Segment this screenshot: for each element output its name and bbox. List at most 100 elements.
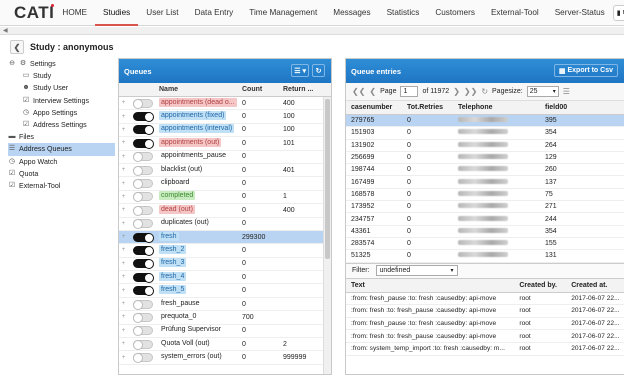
nav-item[interactable]: Messages — [325, 0, 378, 26]
queue-toggle[interactable] — [133, 138, 154, 149]
first-page-icon[interactable]: ❮❮ — [352, 87, 365, 96]
queue-row[interactable]: + fresh 299300 — [119, 230, 331, 245]
expand-icon[interactable]: + — [119, 221, 128, 227]
queue-toggle[interactable] — [133, 112, 154, 123]
entry-row[interactable]: 283574 0 155 — [346, 238, 624, 251]
expand-icon[interactable]: + — [119, 127, 128, 133]
nav-item[interactable]: Server-Status — [547, 0, 613, 26]
nav-item[interactable]: Data Entry — [187, 0, 242, 26]
expand-icon[interactable]: + — [119, 328, 128, 334]
queue-toggle[interactable] — [133, 286, 154, 297]
entry-row[interactable]: 279765 0 395 — [346, 115, 624, 128]
nav-item[interactable]: Statistics — [379, 0, 428, 26]
entry-row[interactable]: 173952 0 271 — [346, 201, 624, 214]
queue-row[interactable]: + completed 0 1 — [119, 191, 331, 205]
refresh-icon[interactable]: ↻ — [481, 87, 488, 96]
queue-toggle[interactable] — [133, 192, 153, 203]
col-text[interactable]: Text — [346, 282, 515, 289]
col-return[interactable]: Return ... — [280, 86, 322, 93]
queue-row[interactable]: + fresh_2 0 — [119, 244, 331, 258]
refresh-button[interactable]: ↻ — [312, 64, 325, 77]
log-row[interactable]: :from: fresh_pause :to: fresh :causedby:… — [346, 293, 624, 306]
sidebar-item[interactable]: ◷ Appo Watch — [8, 156, 115, 168]
queue-row[interactable]: + Prüfung Supervisor 0 — [119, 325, 331, 339]
menu-icon[interactable]: ☰ — [563, 87, 570, 96]
queue-toggle[interactable] — [133, 353, 153, 364]
queues-scrollbar[interactable] — [323, 97, 331, 374]
col-telephone[interactable]: Telephone — [453, 104, 540, 111]
queue-toggle[interactable] — [133, 165, 153, 176]
queue-row[interactable]: + appointments (interval) 0 100 — [119, 124, 331, 138]
entry-row[interactable]: 256699 0 129 — [346, 152, 624, 165]
log-row[interactable]: :from: system_temp_import :to: fresh :ca… — [346, 343, 624, 356]
nav-item[interactable]: HOME — [54, 0, 95, 26]
nav-item[interactable]: Customers — [427, 0, 483, 26]
sidebar-item[interactable]: ☑ Address Settings — [8, 119, 115, 131]
queue-row[interactable]: + appointments (out) 0 101 — [119, 137, 331, 151]
queue-toggle[interactable] — [133, 125, 154, 136]
queue-toggle[interactable] — [133, 205, 153, 216]
log-row[interactable]: :from: fresh_pause :to: fresh :causedby:… — [346, 318, 624, 331]
expand-icon[interactable]: + — [119, 355, 128, 361]
expand-icon[interactable]: + — [119, 114, 128, 120]
collapse-icon[interactable]: ⊖ — [8, 58, 16, 70]
queue-toggle[interactable] — [133, 232, 154, 243]
expand-icon[interactable]: + — [119, 301, 128, 307]
user-menu[interactable]: ▮ro — [612, 4, 624, 21]
last-page-icon[interactable]: ❯❯ — [464, 87, 477, 96]
queue-toggle[interactable] — [133, 259, 154, 270]
scroll-left-icon[interactable]: ◀ — [3, 27, 8, 34]
entry-row[interactable]: 198744 0 260 — [346, 164, 624, 177]
back-button[interactable]: ❮ — [10, 40, 24, 54]
expand-icon[interactable]: + — [119, 274, 128, 280]
pagesize-select[interactable]: 25 — [526, 86, 559, 97]
col-field00[interactable]: field00 — [540, 104, 610, 111]
expand-icon[interactable]: + — [119, 341, 128, 347]
filter-select[interactable]: undefined — [375, 265, 458, 277]
expand-icon[interactable]: + — [119, 167, 128, 173]
export-csv-button[interactable]: ▦ Export to Csv — [553, 64, 618, 77]
nav-item[interactable]: Time Management — [241, 0, 325, 26]
logo[interactable]: CATI — [14, 3, 54, 23]
entry-row[interactable]: 151903 0 354 — [346, 127, 624, 140]
queue-row[interactable]: + prequota_0 700 — [119, 311, 331, 325]
expand-icon[interactable]: + — [119, 154, 128, 160]
entry-row[interactable]: 168578 0 75 — [346, 189, 624, 202]
expand-icon[interactable]: + — [119, 140, 128, 146]
queue-row[interactable]: + appointments (dead o... 0 400 — [119, 97, 331, 111]
entry-row[interactable]: 131902 0 264 — [346, 140, 624, 152]
page-input[interactable]: 1 — [400, 86, 419, 97]
queue-toggle[interactable] — [133, 98, 153, 109]
queue-toggle[interactable] — [133, 219, 153, 230]
queue-row[interactable]: + appointments (fixed) 0 100 — [119, 110, 331, 124]
queue-toggle[interactable] — [133, 326, 153, 337]
entry-row[interactable]: 167499 0 137 — [346, 176, 624, 189]
queue-row[interactable]: + clipboard 0 — [119, 177, 331, 191]
sidebar-item[interactable]: ◷ Appo Settings — [8, 107, 115, 119]
columns-menu-button[interactable]: ☰ ▾ — [291, 64, 309, 77]
queue-toggle[interactable] — [133, 272, 154, 283]
col-created-by[interactable]: Created by. — [515, 282, 567, 289]
sidebar-item[interactable]: ☑ Interview Settings — [8, 95, 115, 107]
queue-toggle[interactable] — [133, 312, 153, 323]
sidebar-item[interactable]: ☻ Study User — [8, 82, 115, 94]
expand-icon[interactable]: + — [119, 247, 128, 253]
col-count[interactable]: Count — [239, 86, 280, 93]
prev-page-icon[interactable]: ❮ — [369, 87, 376, 96]
col-retries[interactable]: Tot.Retries — [402, 104, 453, 111]
col-casenumber[interactable]: casenumber — [346, 104, 402, 111]
entry-row[interactable]: 51325 0 131 — [346, 250, 624, 263]
expand-icon[interactable]: + — [119, 100, 128, 106]
log-row[interactable]: :from: fresh :to: fresh_pause :causedby:… — [346, 305, 624, 318]
expand-icon[interactable]: + — [119, 207, 128, 213]
sidebar-item[interactable]: ⊖ ⚙ Settings — [8, 58, 115, 70]
queue-toggle[interactable] — [133, 179, 153, 190]
queue-toggle[interactable] — [133, 152, 153, 163]
next-page-icon[interactable]: ❯ — [453, 87, 460, 96]
sidebar-item[interactable]: ☰ Address Queues — [8, 143, 115, 156]
expand-icon[interactable]: + — [119, 194, 128, 200]
queue-row[interactable]: + appointments_pause 0 — [119, 151, 331, 164]
nav-item[interactable]: Studies — [94, 0, 139, 26]
queue-row[interactable]: + fresh_5 0 — [119, 284, 331, 298]
queue-row[interactable]: + dead (out) 0 400 — [119, 204, 331, 218]
